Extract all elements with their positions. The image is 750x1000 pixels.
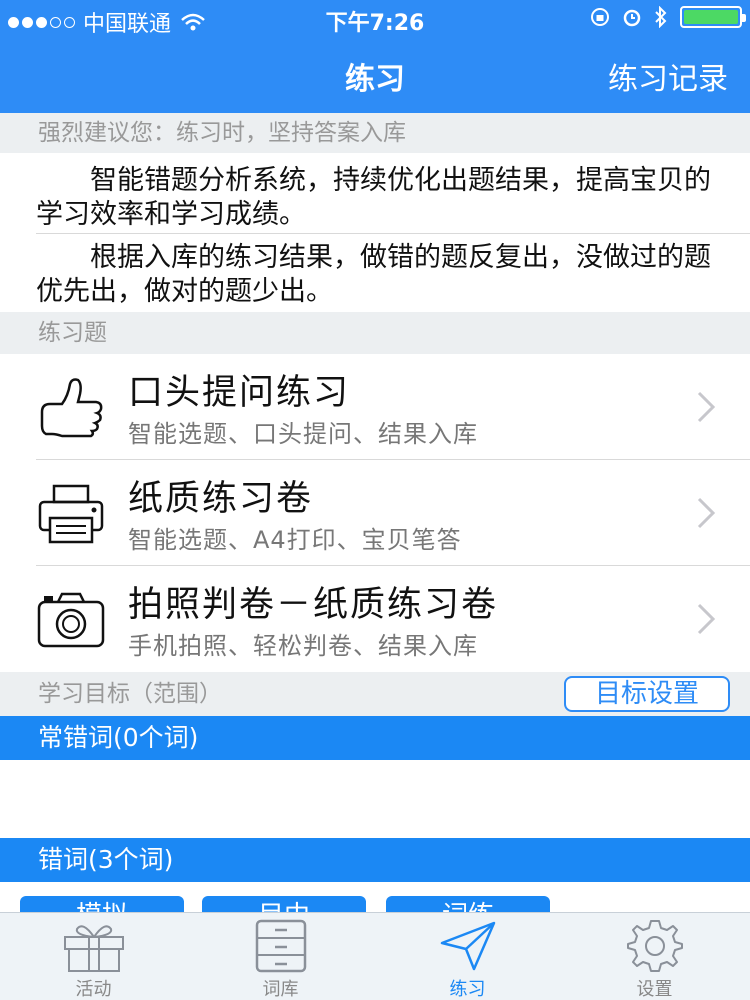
divider xyxy=(36,233,750,234)
gift-icon xyxy=(63,925,124,972)
wrong-words-bar: 错词(3个词) xyxy=(0,838,750,882)
alarm-icon xyxy=(623,9,641,27)
row-title: 口头提问练习 xyxy=(128,373,351,413)
row-subtitle: 手机拍照、轻松判卷、结果入库 xyxy=(128,632,478,660)
common-wrong-words-bar: 常错词(0个词) xyxy=(0,716,750,760)
row-title: 纸质练习卷 xyxy=(128,479,314,519)
tab-label: 活动 xyxy=(75,979,112,1000)
chevron-right-icon xyxy=(697,603,716,635)
tab-label: 词库 xyxy=(262,979,299,1000)
tab-bar: 活动 词库 练习 设置 xyxy=(0,912,750,1000)
tab-label: 练习 xyxy=(449,979,486,1000)
row-subtitle: 智能选题、A4打印、宝贝笔答 xyxy=(128,526,462,554)
cabinet-icon xyxy=(255,919,306,973)
rotation-lock-icon xyxy=(591,8,609,26)
goal-settings-button[interactable]: 目标设置 xyxy=(564,676,730,712)
exercises-header: 练习题 xyxy=(0,312,750,354)
tab-practice[interactable]: 练习 xyxy=(374,913,561,1000)
tab-label: 设置 xyxy=(636,979,673,1000)
printer-icon xyxy=(38,484,104,544)
advice-header: 强烈建议您：练习时，坚持答案入库 xyxy=(0,113,750,153)
battery-icon xyxy=(680,6,746,28)
camera-icon xyxy=(37,592,105,648)
gear-icon xyxy=(626,920,683,972)
paper-exercise-row[interactable]: 纸质练习卷 智能选题、A4打印、宝贝笔答 xyxy=(0,460,750,564)
chevron-right-icon xyxy=(697,391,716,423)
tab-settings[interactable]: 设置 xyxy=(561,913,748,1000)
thumbs-up-icon xyxy=(40,378,103,438)
tab-vocabulary[interactable]: 词库 xyxy=(187,913,374,1000)
chevron-right-icon xyxy=(697,497,716,529)
row-title: 拍照判卷－纸质练习卷 xyxy=(128,585,499,625)
oral-question-practice-row[interactable]: 口头提问练习 智能选题、口头提问、结果入库 xyxy=(0,354,750,458)
advice-paragraph-1: 智能错题分析系统，持续优化出题结果，提高宝贝的学习效率和学习成绩。 xyxy=(36,165,711,230)
header: 中国联通 下午7:26 练习 练习记录 xyxy=(0,0,750,113)
status-bar: 中国联通 下午7:26 xyxy=(0,0,750,37)
tab-activity[interactable]: 活动 xyxy=(0,913,187,1000)
send-icon xyxy=(440,921,495,971)
photo-grading-row[interactable]: 拍照判卷－纸质练习卷 手机拍照、轻松判卷、结果入库 xyxy=(0,566,750,670)
advice-paragraph-2: 根据入库的练习结果，做错的题反复出，没做过的题优先出，做对的题少出。 xyxy=(36,242,711,307)
bluetooth-icon xyxy=(655,6,667,28)
practice-history-button[interactable]: 练习记录 xyxy=(608,54,728,98)
row-subtitle: 智能选题、口头提问、结果入库 xyxy=(128,420,478,448)
